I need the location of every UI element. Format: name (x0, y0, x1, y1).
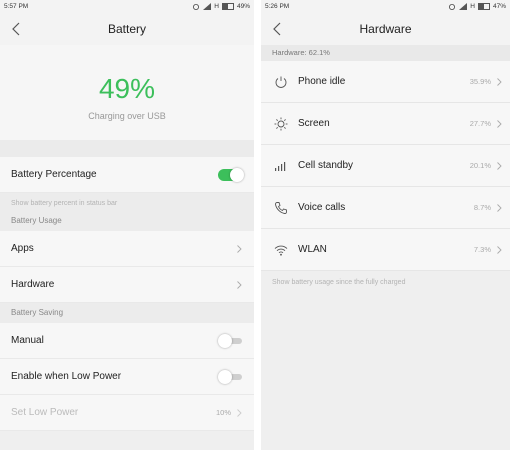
power-icon (275, 76, 287, 88)
battery-saving-header: Battery Saving (0, 303, 254, 323)
set-low-power-value: 10% (215, 408, 231, 417)
battery-percent-large: 49% (98, 73, 156, 104)
page-title: Hardware (359, 22, 412, 36)
hardware-item-value: 27.7% (469, 119, 491, 128)
manual-row[interactable]: Manual (0, 323, 254, 359)
status-time: 5:57 PM (4, 3, 29, 10)
hardware-item-label: Cell standby (298, 160, 354, 171)
battery-percentage-row[interactable]: Battery Percentage (0, 157, 254, 193)
hardware-item-value: 8.7% (473, 203, 491, 212)
low-power-row[interactable]: Enable when Low Power (0, 359, 254, 395)
battery-percentage-toggle[interactable] (218, 167, 244, 182)
hardware-item-label: WLAN (298, 244, 327, 255)
battery-percentage-label: Battery Percentage (11, 169, 97, 180)
chevron-right-icon (497, 161, 502, 170)
apps-row[interactable]: Apps (0, 231, 254, 267)
manual-label: Manual (11, 335, 44, 346)
hardware-summary: Hardware: 62.1% (261, 45, 510, 61)
wifi-icon (274, 245, 288, 256)
hardware-item-phone-idle[interactable]: Phone idle 35.9% (261, 61, 510, 103)
battery-screen: 5:57 PM H 49% Battery 49% Charging over … (0, 0, 254, 450)
battery-level-hero: 49% Charging over USB (0, 45, 254, 140)
signal-icon (459, 3, 468, 10)
back-arrow-icon[interactable] (10, 22, 24, 36)
status-bar: 5:26 PM H 47% (261, 0, 510, 13)
alarm-icon (449, 4, 456, 10)
chevron-right-icon (497, 77, 502, 86)
back-arrow-icon[interactable] (271, 22, 285, 36)
hardware-item-voice-calls[interactable]: Voice calls 8.7% (261, 187, 510, 229)
hardware-row[interactable]: Hardware (0, 267, 254, 303)
hardware-item-cell-standby[interactable]: Cell standby 20.1% (261, 145, 510, 187)
charging-status: Charging over USB (88, 111, 166, 121)
chevron-right-icon (497, 245, 502, 254)
status-battery-percent: 47% (492, 3, 506, 10)
network-type: H (470, 3, 475, 10)
status-time: 5:26 PM (265, 3, 290, 10)
hardware-item-label: Phone idle (298, 76, 346, 87)
hardware-item-wlan[interactable]: WLAN 7.3% (261, 229, 510, 271)
hardware-item-screen[interactable]: Screen 27.7% (261, 103, 510, 145)
network-type: H (214, 3, 219, 10)
chevron-right-icon (237, 408, 242, 417)
page-title: Battery (107, 22, 146, 36)
chevron-right-icon (497, 203, 502, 212)
alarm-icon (193, 4, 200, 10)
apps-label: Apps (11, 243, 34, 254)
chevron-right-icon (237, 244, 242, 253)
battery-icon (477, 3, 490, 10)
hardware-item-label: Voice calls (298, 202, 346, 213)
set-low-power-label: Set Low Power (11, 407, 79, 418)
hardware-item-value: 20.1% (469, 161, 491, 170)
title-bar: Battery (0, 13, 254, 45)
status-battery-percent: 49% (236, 3, 250, 10)
battery-usage-header: Battery Usage (0, 211, 254, 231)
low-power-toggle[interactable] (218, 369, 242, 384)
chevron-right-icon (237, 280, 242, 289)
low-power-label: Enable when Low Power (11, 371, 122, 382)
signal-icon (203, 3, 212, 10)
manual-toggle[interactable] (218, 333, 242, 348)
phone-icon (275, 201, 287, 214)
hardware-item-value: 7.3% (473, 245, 491, 254)
signal-bars-icon (275, 161, 286, 171)
brightness-icon (274, 117, 288, 130)
battery-icon (221, 3, 234, 10)
battery-percentage-hint: Show battery percent in status bar (0, 193, 254, 211)
hardware-screen: 5:26 PM H 47% Hardware Hardware: 62.1% P… (261, 0, 510, 450)
status-bar: 5:57 PM H 49% (0, 0, 254, 13)
hardware-item-value: 35.9% (469, 77, 491, 86)
hardware-label: Hardware (11, 279, 55, 290)
chevron-right-icon (497, 119, 502, 128)
title-bar: Hardware (261, 13, 510, 45)
hardware-usage-hint: Show battery usage since the fully charg… (272, 279, 406, 286)
set-low-power-row[interactable]: Set Low Power 10% (0, 395, 254, 431)
hardware-item-label: Screen (298, 118, 330, 129)
